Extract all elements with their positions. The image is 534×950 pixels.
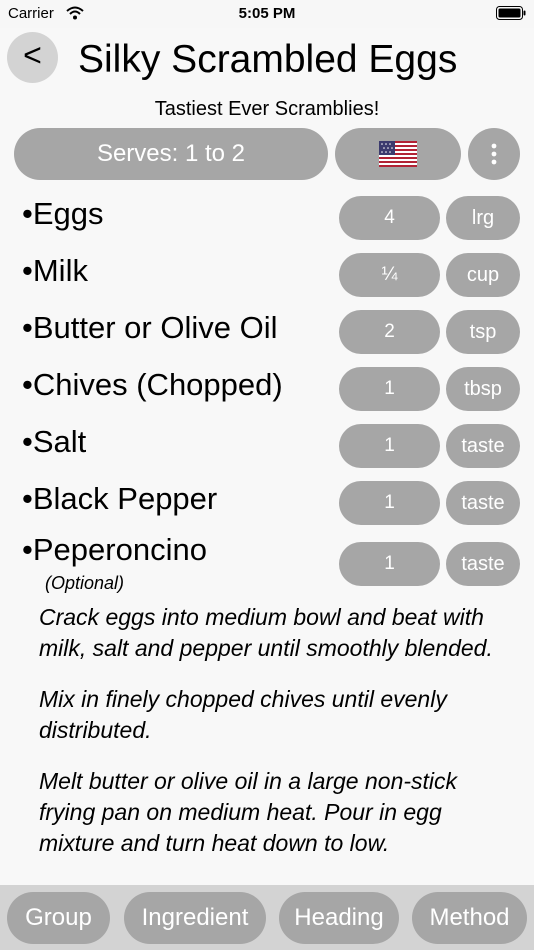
ingredient-row[interactable]: •Salt 1 taste (0, 418, 534, 475)
method-step[interactable]: Crack eggs into medium bowl and beat wit… (39, 602, 509, 664)
ingredient-unit-button[interactable]: taste (446, 542, 520, 586)
ingredient-quantity-button[interactable]: 1 (339, 481, 440, 525)
ingredient-list: •Eggs 4 lrg •Milk ¼ cup •Butter or Olive… (0, 190, 534, 602)
method-steps: Crack eggs into medium bowl and beat wit… (39, 602, 509, 879)
units-flag-button[interactable] (335, 128, 461, 180)
status-time: 5:05 PM (238, 5, 296, 22)
ingredient-row[interactable]: •Eggs 4 lrg (0, 190, 534, 247)
serves-button[interactable]: Serves: 1 to 2 (14, 128, 328, 180)
add-heading-button[interactable]: Heading (279, 892, 399, 944)
back-button[interactable]: < (7, 32, 58, 83)
ingredient-row[interactable]: •Peperoncino (Optional) 1 taste (0, 532, 534, 602)
add-ingredient-button[interactable]: Ingredient (124, 892, 266, 944)
ingredient-name: •Butter or Olive Oil (22, 310, 278, 345)
ingredient-quantity-button[interactable]: 1 (339, 367, 440, 411)
ingredient-name: •Peperoncino (22, 532, 207, 567)
ingredient-quantity-button[interactable]: 2 (339, 310, 440, 354)
recipe-subtitle: Tastiest Ever Scramblies! (154, 98, 380, 120)
battery-icon (496, 6, 526, 20)
ingredient-name: •Salt (22, 424, 87, 459)
ingredient-quantity-button[interactable]: 1 (339, 542, 440, 586)
back-chevron-icon: < (23, 37, 42, 73)
ingredient-unit-button[interactable]: tbsp (446, 367, 520, 411)
ingredient-row[interactable]: •Chives (Chopped) 1 tbsp (0, 361, 534, 418)
method-step[interactable]: Mix in finely chopped chives until evenl… (39, 684, 509, 746)
ingredient-unit-button[interactable]: taste (446, 424, 520, 468)
recipe-content[interactable]: < Silky Scrambled Eggs Tastiest Ever Scr… (0, 28, 534, 885)
method-step[interactable]: Melt butter or olive oil in a large non-… (39, 766, 509, 859)
ingredient-name: •Eggs (22, 196, 104, 231)
ingredient-note: (Optional) (45, 573, 125, 593)
more-options-button[interactable] (468, 128, 520, 180)
status-bar: Carrier 5:05 PM (0, 0, 534, 28)
ingredient-name: •Chives (Chopped) (22, 367, 283, 402)
ingredient-unit-button[interactable]: cup (446, 253, 520, 297)
ingredient-unit-button[interactable]: tsp (446, 310, 520, 354)
ingredient-name: •Black Pepper (22, 481, 218, 516)
ingredient-name: •Milk (22, 253, 88, 288)
ingredient-row[interactable]: •Butter or Olive Oil 2 tsp (0, 304, 534, 361)
ingredient-quantity-button[interactable]: 4 (339, 196, 440, 240)
ingredient-unit-button[interactable]: lrg (446, 196, 520, 240)
ingredient-quantity-button[interactable]: ¼ (339, 253, 440, 297)
ingredient-row[interactable]: •Black Pepper 1 taste (0, 475, 534, 532)
ingredient-unit-button[interactable]: taste (446, 481, 520, 525)
bottom-toolbar: Group Ingredient Heading Method (0, 885, 534, 950)
ingredient-row[interactable]: •Milk ¼ cup (0, 247, 534, 304)
us-flag-icon (379, 141, 417, 167)
page-title: Silky Scrambled Eggs (78, 38, 458, 81)
ingredient-quantity-button[interactable]: 1 (339, 424, 440, 468)
add-group-button[interactable]: Group (7, 892, 110, 944)
add-method-button[interactable]: Method (412, 892, 527, 944)
vertical-ellipsis-icon (491, 143, 497, 165)
